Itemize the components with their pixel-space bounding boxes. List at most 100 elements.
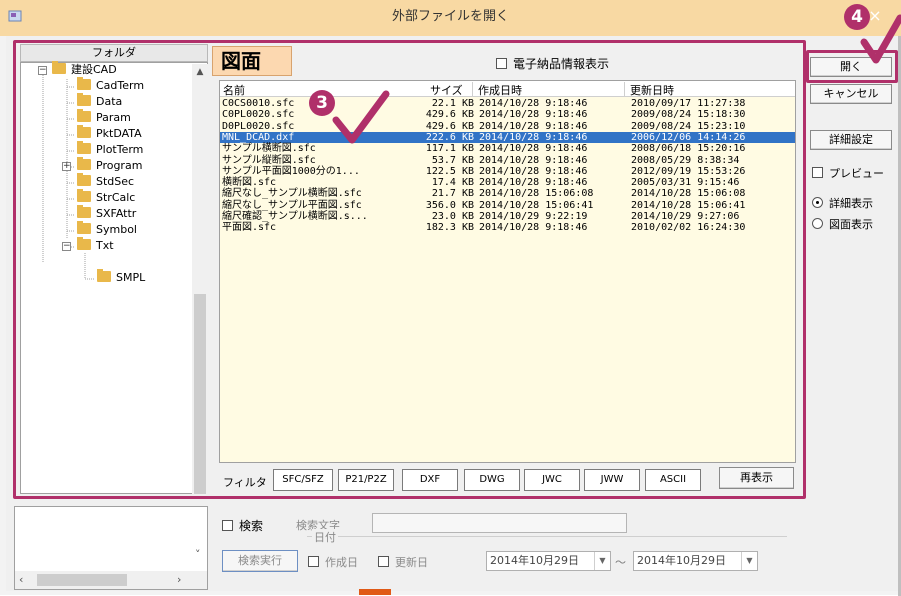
file-created: 2014/10/28 9:18:46 [479,131,588,143]
file-row[interactable]: 縮尺なし_サンプル平面図.sfc 356.0 KB 2014/10/28 15:06… [220,200,795,211]
file-updated: 2009/08/24 15:23:10 [631,120,746,132]
file-created: 2014/10/28 9:18:46 [479,154,588,166]
filter-p21-button[interactable]: P21/P2Z [338,469,394,491]
file-row[interactable]: 縮尺なし_サンプル横断図.sfc 21.7 KB 2014/10/28 15:06:… [220,188,795,199]
file-row[interactable]: サンプル平面図1000分の1... 122.5 KB 2014/10/28 9:18… [220,166,795,177]
file-name: MNL_DCAD.dxf [222,131,295,143]
tree-item-param[interactable]: Param [77,109,131,126]
tree-item-sxfattr[interactable]: SXFAttr [77,205,136,222]
checkbox-icon[interactable] [222,520,233,531]
folder-icon [77,205,91,218]
tree-item-data[interactable]: Data [77,93,122,110]
tree-item-program[interactable]: Program [77,157,142,174]
updated-date-checkbox[interactable]: 更新日 [378,554,428,570]
file-created: 2014/10/28 15:06:08 [479,188,594,200]
filter-jww-button[interactable]: JWW [584,469,640,491]
file-row[interactable]: D0PL0020.sfc 429.6 KB 2014/10/28 9:18:46 20… [220,121,795,132]
scroll-up-icon[interactable]: ▲ [192,64,208,80]
filter-bar: フィルタ SFC/SFZ P21/P2Z DXF DWG JWC JWW ASC… [219,467,799,493]
section-title: 図面 [212,46,292,76]
cancel-button[interactable]: キャンセル [810,84,892,104]
tree-item-strcalc[interactable]: StrCalc [77,189,135,206]
dropdown-arrow-icon[interactable]: ▼ [741,552,757,570]
preview-checkbox[interactable]: プレビュー [812,165,884,181]
date-from-select[interactable]: 2014年10月29日 ▼ [486,551,611,571]
radio-icon[interactable] [812,218,823,229]
column-name[interactable]: 名前 [223,82,245,98]
scroll-thumb[interactable] [37,574,127,586]
file-list-header: 名前 サイズ 作成日時 更新日時 [220,81,795,97]
file-name: C0PL0020.sfc [222,109,295,121]
file-size: 222.6 KB [425,131,474,143]
file-size: 429.6 KB [425,109,474,121]
file-updated: 2014/10/28 15:06:41 [631,199,746,211]
file-name: 縮尺なし_サンプル平面図.sfc [222,199,362,211]
file-row[interactable]: 縮尺確認_サンプル横断図.s... 23.0 KB 2014/10/29 9:22:… [220,211,795,222]
file-row[interactable]: C0PL0020.sfc 429.6 KB 2014/10/28 9:18:46 20… [220,109,795,120]
expand-icon[interactable]: + [62,162,71,171]
checkbox-icon[interactable] [812,167,823,178]
tree-item-plotterm[interactable]: PlotTerm [77,141,143,158]
folder-tree[interactable]: − 建設CAD CadTerm Data Param PktDATA PlotT… [20,61,208,494]
search-checkbox[interactable]: 検索 [222,517,263,534]
filter-dxf-button[interactable]: DXF [402,469,458,491]
check-mark-icon [860,14,901,64]
dropdown-arrow-icon[interactable]: ▼ [594,552,610,570]
scroll-left-icon[interactable]: ‹ [19,573,23,586]
file-name: 縮尺なし_サンプル横断図.sfc [222,188,362,200]
column-size[interactable]: サイズ [430,82,463,98]
date-range-tilde: ～ [615,556,626,569]
electronic-delivery-checkbox[interactable]: 電子納品情報表示 [496,55,609,72]
tree-item-pktdata[interactable]: PktDATA [77,125,142,142]
checkbox-icon[interactable] [496,58,507,69]
date-to-select[interactable]: 2014年10月29日 ▼ [633,551,758,571]
title-bar[interactable]: 外部ファイルを開く × [0,0,901,36]
tree-item-kensetsucad[interactable]: 建設CAD [52,61,117,78]
folder-vscroll[interactable]: ▲ [192,64,208,494]
file-row[interactable]: サンプル縦断図.sfc 53.7 KB 2014/10/28 9:18:46 2008… [220,155,795,166]
file-row[interactable]: C0CS0010.sfc 22.1 KB 2014/10/28 9:18:46 201… [220,98,795,109]
scroll-right-icon[interactable]: › [177,573,181,586]
drawing-view-radio[interactable]: 図面表示 [812,216,873,232]
detail-view-radio[interactable]: 詳細表示 [812,195,873,211]
file-list[interactable]: 名前 サイズ 作成日時 更新日時 C0CS0010.sfc 22.1 KB 2014… [219,80,796,463]
search-run-button[interactable]: 検索実行 [222,550,298,572]
search-text-input[interactable] [372,513,627,533]
scroll-thumb[interactable] [194,294,206,494]
file-row[interactable]: 平面図.sfc 182.3 KB 2014/10/28 9:18:46 2010/02… [220,222,795,233]
file-size: 356.0 KB [425,199,474,211]
collapse-icon[interactable]: − [38,66,47,75]
file-row[interactable]: 横断図.sfc 17.4 KB 2014/10/28 9:18:46 2005/03/… [220,177,795,188]
checkbox-icon[interactable] [308,556,319,567]
tree-item-symbol[interactable]: Symbol [77,221,137,238]
file-row[interactable]: サンプル横断図.sfc 117.1 KB 2014/10/28 9:18:46 200… [220,143,795,154]
file-updated: 2010/02/02 16:24:30 [631,222,746,234]
tree-item-stdsec[interactable]: StdSec [77,173,134,190]
folder-icon [77,157,91,170]
file-row[interactable]: MNL_DCAD.dxf 222.6 KB 2014/10/28 9:18:46 20… [220,131,795,143]
file-updated: 2014/10/28 15:06:08 [631,188,746,200]
created-date-checkbox[interactable]: 作成日 [308,554,358,570]
preview-hscroll[interactable]: ‹ › [15,571,207,589]
file-name: サンプル縦断図.sfc [222,154,316,166]
collapse-icon[interactable]: − [62,242,71,251]
details-button[interactable]: 詳細設定 [810,130,892,150]
scroll-down-icon[interactable]: ˅ [195,548,201,561]
filter-jwc-button[interactable]: JWC [524,469,580,491]
file-updated: 2009/08/24 15:18:30 [631,109,746,121]
filter-sfc-button[interactable]: SFC/SFZ [273,469,333,491]
checkbox-icon[interactable] [378,556,389,567]
taskbar-indicator [359,589,391,595]
filter-dwg-button[interactable]: DWG [464,469,520,491]
folder-icon [77,109,91,122]
column-updated[interactable]: 更新日時 [630,82,674,98]
tree-item-txt[interactable]: Txt [77,237,114,254]
file-name: 縮尺確認_サンプル横断図.s... [222,211,368,222]
refresh-button[interactable]: 再表示 [719,467,794,489]
folder-icon [77,77,91,90]
tree-item-smpl[interactable]: SMPL [97,269,145,286]
filter-ascii-button[interactable]: ASCII [645,469,701,491]
radio-selected-icon[interactable] [812,197,823,208]
tree-item-cadterm[interactable]: CadTerm [77,77,144,94]
column-created[interactable]: 作成日時 [478,82,522,98]
